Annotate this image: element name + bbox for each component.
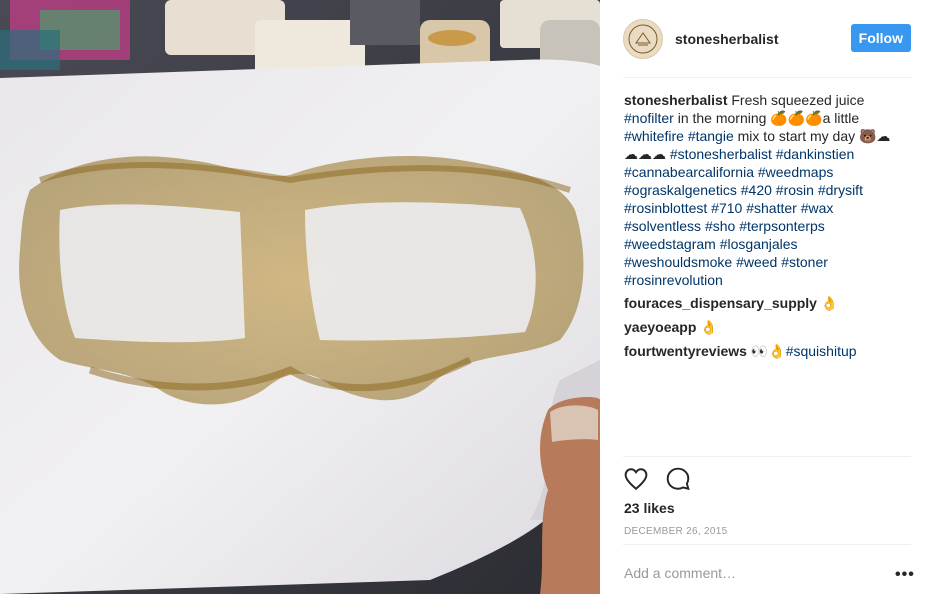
caption-text: a little — [822, 110, 860, 126]
hashtag-link[interactable]: #rosinrevolution — [624, 272, 723, 288]
hashtag-link[interactable]: #stoner — [781, 254, 828, 270]
header-divider — [623, 77, 911, 78]
likes-count[interactable]: 23 likes — [624, 500, 675, 516]
comment-1: fouraces_dispensary_supply 👌 — [624, 294, 909, 312]
caption-text: mix to start my day — [733, 128, 859, 144]
hashtag-link[interactable]: #710 — [711, 200, 742, 216]
comment-text: 👌 — [700, 319, 718, 335]
hashtag-link[interactable]: #weedstagram — [624, 236, 716, 252]
caption-line: #rosinrevolution — [624, 272, 723, 288]
comment-text: 👀👌 — [750, 343, 786, 359]
caption-username[interactable]: stonesherbalist — [624, 92, 727, 108]
hashtag-link[interactable]: #nofilter — [624, 110, 674, 126]
comment-username[interactable]: fouraces_dispensary_supply — [624, 295, 817, 311]
caption-line: #weshouldsmoke #weed #stoner — [624, 254, 828, 270]
hashtag-link[interactable]: #rosinblottest — [624, 200, 707, 216]
comment-username[interactable]: yaeyoeapp — [624, 319, 696, 335]
caption-text: ☁☁☁ — [624, 146, 666, 162]
heart-icon[interactable] — [623, 466, 649, 492]
hashtag-link[interactable]: #weshouldsmoke — [624, 254, 732, 270]
hashtag-link[interactable]: #cannabearcalifornia — [624, 164, 754, 180]
caption-text: 🍊🍊🍊 — [770, 110, 823, 126]
hashtag-link[interactable]: #terpsonterps — [739, 218, 825, 234]
post-caption: stonesherbalist Fresh squeezed juice #nof… — [624, 91, 909, 289]
hashtag-link[interactable]: #losganjales — [720, 236, 798, 252]
comment-divider — [623, 544, 911, 545]
avatar[interactable] — [623, 19, 663, 59]
post-actions — [623, 466, 691, 492]
caption-text: Fresh squeezed juice — [731, 92, 865, 108]
hashtag-link[interactable]: #tangie — [688, 128, 734, 144]
post-date: DECEMBER 26, 2015 — [624, 526, 728, 537]
rosin-photo-illustration — [0, 0, 600, 594]
caption-line: #nofilter in the morning 🍊🍊🍊a little — [624, 110, 859, 126]
stones-logo-icon — [628, 24, 658, 54]
post-header: stonesherbalist Follow — [623, 18, 911, 60]
caption-line: #solventless #sho #terpsonterps — [624, 218, 825, 234]
hashtag-link[interactable]: #weedmaps — [758, 164, 834, 180]
caption-text: in the morning — [673, 110, 771, 126]
caption-line: #whitefire #tangie mix to start my day 🐻… — [624, 128, 890, 144]
comment-2: yaeyoeapp 👌 — [624, 318, 909, 336]
header-username[interactable]: stonesherbalist — [675, 31, 778, 47]
hashtag-link[interactable]: #weed — [736, 254, 777, 270]
hashtag-link[interactable]: #wax — [801, 200, 834, 216]
caption-line: Fresh squeezed juice — [731, 92, 864, 108]
hashtag-link[interactable]: #solventless — [624, 218, 701, 234]
hashtag-link[interactable]: #ograskalgenetics — [624, 182, 737, 198]
hashtag-link[interactable]: #stonesherbalist — [670, 146, 772, 162]
follow-button[interactable]: Follow — [850, 24, 911, 52]
post-sidebar: stonesherbalist Follow stonesherbalist F… — [600, 0, 933, 594]
hashtag-link[interactable]: #whitefire — [624, 128, 684, 144]
hashtag-link[interactable]: #shatter — [746, 200, 797, 216]
hashtag-link[interactable]: #squishitup — [786, 343, 857, 359]
caption-line: #cannabearcalifornia #weedmaps — [624, 164, 833, 180]
comment-text: 👌 — [820, 295, 839, 311]
caption-line: #ograskalgenetics #420 #rosin #drysift — [624, 182, 863, 198]
hashtag-link[interactable]: #dankinstien — [776, 146, 855, 162]
hashtag-link[interactable]: #rosin — [776, 182, 814, 198]
comment-icon[interactable] — [665, 466, 691, 492]
caption-line: ☁☁☁ #stonesherbalist #dankinstien — [624, 146, 854, 162]
caption-text: 🐻☁ — [859, 128, 891, 144]
hashtag-link[interactable]: #420 — [741, 182, 772, 198]
comment-username[interactable]: fourtwentyreviews — [624, 343, 747, 359]
hashtag-link[interactable]: #sho — [705, 218, 735, 234]
comment-3: fourtwentyreviews 👀👌#squishitup — [624, 342, 909, 360]
hashtag-link[interactable]: #drysift — [818, 182, 863, 198]
more-options-icon[interactable]: ••• — [895, 566, 915, 584]
post-photo[interactable] — [0, 0, 600, 594]
actions-divider — [623, 456, 911, 457]
caption-line: #rosinblottest #710 #shatter #wax — [624, 200, 833, 216]
caption-line: #weedstagram #losganjales — [624, 236, 798, 252]
add-comment-input[interactable]: Add a comment… — [624, 565, 736, 581]
